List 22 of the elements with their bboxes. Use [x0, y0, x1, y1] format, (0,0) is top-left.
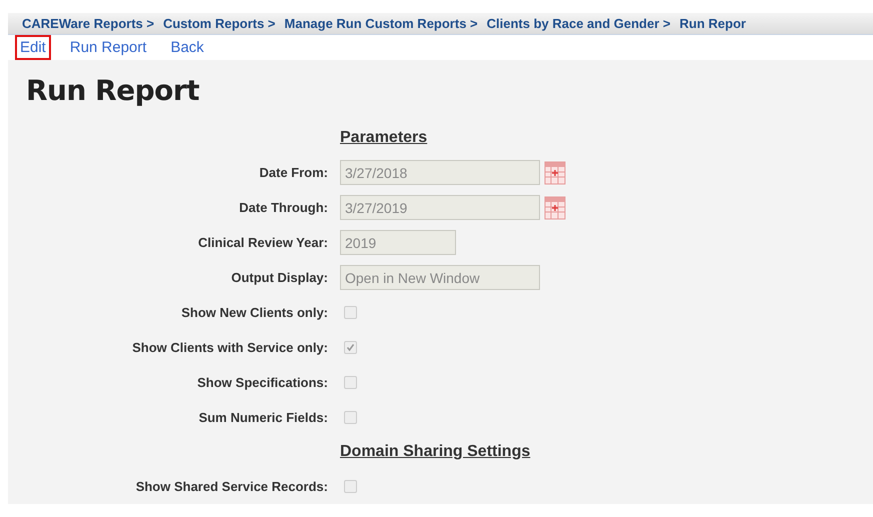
nav-link[interactable]: Edit — [15, 34, 51, 60]
field-label: Clinical Review Year: — [198, 235, 328, 250]
field-label: Show Specifications: — [197, 375, 328, 390]
field-label: Date From: — [259, 165, 328, 180]
breadcrumb-link[interactable]: Clients by Race and Gender > — [486, 16, 670, 31]
nav-link[interactable]: Back — [166, 34, 209, 60]
breadcrumb-link[interactable]: Run Repor — [680, 16, 746, 31]
field-label: Sum Numeric Fields: — [198, 410, 328, 425]
nav-link[interactable]: Run Report — [64, 34, 152, 60]
calendar-icon[interactable] — [544, 160, 566, 184]
section-heading: Parameters — [340, 128, 428, 148]
breadcrumb-link[interactable]: Manage Run Custom Reports > — [284, 16, 478, 31]
field-label: Date Through: — [239, 200, 328, 215]
page-title: Run Report — [26, 74, 200, 107]
calendar-icon[interactable] — [544, 196, 566, 220]
breadcrumb-link[interactable]: Custom Reports > — [163, 16, 276, 31]
field-label: Show Clients with Service only: — [132, 340, 328, 355]
field-label: Output Display: — [231, 270, 328, 285]
field-label: Show New Clients only: — [181, 305, 328, 320]
field-label: Show Shared Service Records: — [136, 479, 328, 494]
section-heading: Domain Sharing Settings — [340, 442, 530, 462]
breadcrumb-link[interactable]: CAREWare Reports > — [22, 16, 154, 31]
